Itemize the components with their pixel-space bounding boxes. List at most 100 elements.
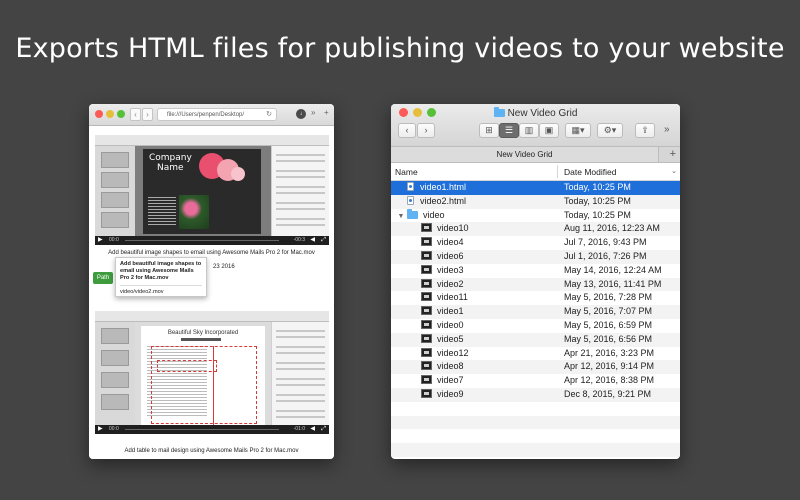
file-date: Dec 8, 2015, 9:21 PM — [564, 388, 652, 399]
file-name: video12 — [421, 347, 469, 361]
video-remaining-time: -00:3 — [293, 237, 305, 243]
doc-subtitle-bar — [181, 338, 221, 341]
downloads-icon[interactable]: ↓ — [296, 109, 306, 119]
file-name: ▼ video — [395, 208, 445, 224]
video-file-icon — [421, 292, 432, 302]
file-date: Apr 12, 2016, 8:38 PM — [564, 375, 655, 386]
video-file-icon — [421, 250, 432, 260]
forward-icon[interactable]: › — [142, 108, 153, 121]
more-icon[interactable]: » — [664, 124, 670, 135]
tab-new-video-grid[interactable]: New Video Grid — [391, 147, 659, 162]
disclosure-triangle-icon[interactable]: ▼ — [395, 210, 407, 224]
file-row[interactable]: video5 May 5, 2016, 6:56 PM — [391, 332, 680, 347]
file-row[interactable]: video11 May 5, 2016, 7:28 PM — [391, 291, 680, 305]
file-name-text: video8 — [437, 361, 464, 372]
file-name: video3 — [421, 264, 464, 278]
fullscreen-icon[interactable]: ⤢ — [321, 426, 326, 433]
minimize-button[interactable] — [106, 110, 114, 118]
sort-chevron-icon: ⌄ — [671, 168, 677, 175]
video-frame-sidebar — [95, 322, 135, 425]
card-title-line1: Company — [149, 153, 192, 163]
file-name: video1 — [421, 305, 464, 319]
forward-icon[interactable]: › — [417, 123, 435, 138]
email-doc-preview: Beautiful Sky Incorporated — [141, 326, 265, 426]
video-player-2[interactable]: Beautiful Sky Incorporated ▶ 00:0 -01:0 … — [95, 311, 329, 434]
flower-photo — [179, 195, 209, 229]
file-row[interactable]: video3 May 14, 2016, 12:24 AM — [391, 264, 680, 278]
cover-flow-icon[interactable]: ▣ — [539, 123, 559, 138]
file-name: video2 — [421, 278, 464, 292]
browser-toolbar: ‹ › file:///Users/penpen/Desktop/ ↻ ↓ » … — [89, 104, 334, 126]
close-button[interactable] — [95, 110, 103, 118]
video-file-icon — [421, 375, 432, 385]
file-row[interactable]: video9 Dec 8, 2015, 9:21 PM — [391, 387, 680, 402]
path-tooltip: Add beautiful image shapes to email usin… — [115, 257, 207, 297]
group-by-icon[interactable]: ▦▾ — [565, 123, 591, 138]
video-file-icon — [421, 306, 432, 316]
back-icon[interactable]: ‹ — [130, 108, 141, 121]
file-row[interactable]: video2 May 13, 2016, 11:41 PM — [391, 277, 680, 292]
video-file-icon — [421, 319, 432, 329]
column-view-icon[interactable]: ▥ — [519, 123, 539, 138]
address-bar-text: file:///Users/penpen/Desktop/ — [167, 112, 245, 118]
new-tab-icon[interactable]: + — [324, 108, 329, 117]
file-name-text: video6 — [437, 250, 464, 261]
file-row[interactable]: video2.html Today, 10:25 PM — [391, 194, 680, 209]
icon-view-icon[interactable]: ⊞ — [479, 123, 499, 138]
file-name: video5 — [421, 333, 464, 347]
video-scrubber[interactable] — [125, 429, 279, 430]
window-title: New Video Grid — [391, 107, 680, 119]
finder-tabbar: New Video Grid + — [391, 146, 680, 163]
file-name-text: video2 — [437, 278, 464, 289]
list-header: Name Date Modified ⌄ — [391, 163, 680, 181]
volume-icon[interactable]: ◀ — [310, 237, 315, 244]
video-frame-sidebar — [95, 146, 135, 236]
file-name-text: video0 — [437, 319, 464, 330]
file-name: video4 — [421, 236, 464, 250]
video-scrubber[interactable] — [125, 240, 279, 241]
share-icon[interactable]: ⇪ — [635, 123, 655, 138]
file-row[interactable]: video6 Jul 1, 2016, 7:26 PM — [391, 249, 680, 264]
path-button[interactable]: Path — [93, 272, 113, 284]
new-tab-icon[interactable]: + — [670, 147, 676, 162]
action-gear-icon[interactable]: ⚙▾ — [597, 123, 623, 138]
column-header-name[interactable]: Name — [395, 167, 418, 177]
file-row[interactable]: video1.html Today, 10:25 PM — [391, 181, 680, 195]
shape-circle — [231, 167, 245, 181]
more-icon[interactable]: » — [311, 108, 315, 117]
zoom-button[interactable] — [117, 110, 125, 118]
file-row[interactable]: video7 Apr 12, 2016, 8:38 PM — [391, 374, 680, 388]
file-row[interactable]: video10 Aug 11, 2016, 12:23 AM — [391, 222, 680, 237]
video-caption-1: Add beautiful image shapes to email usin… — [108, 250, 315, 256]
file-name: video2.html — [407, 195, 466, 209]
address-bar[interactable]: file:///Users/penpen/Desktop/ ↻ — [157, 108, 277, 121]
empty-row — [391, 429, 680, 443]
play-icon[interactable]: ▶ — [98, 237, 103, 244]
video-player-1[interactable]: Company Name ▶ 00:0 -00:3 ◀ ⤢ — [95, 135, 329, 245]
list-view-icon[interactable]: ☰ — [499, 123, 519, 138]
file-date: Jul 7, 2016, 9:43 PM — [564, 237, 647, 248]
file-row[interactable]: video4 Jul 7, 2016, 9:43 PM — [391, 236, 680, 250]
headline: Exports HTML files for publishing videos… — [15, 33, 785, 64]
play-icon[interactable]: ▶ — [98, 426, 103, 433]
video-file-icon — [421, 333, 432, 343]
empty-row — [391, 402, 680, 416]
video-file-icon — [421, 223, 432, 233]
file-row[interactable]: video1 May 5, 2016, 7:07 PM — [391, 305, 680, 319]
fullscreen-icon[interactable]: ⤢ — [321, 237, 326, 244]
reload-icon[interactable]: ↻ — [266, 109, 272, 120]
finder-window: New Video Grid ‹ › ⊞ ☰ ▥ ▣ ▦▾ ⚙▾ ⇪ » New… — [391, 104, 680, 459]
column-header-date[interactable]: Date Modified — [564, 167, 616, 177]
volume-icon[interactable]: ◀ — [310, 426, 315, 433]
file-row[interactable]: video0 May 5, 2016, 6:59 PM — [391, 319, 680, 333]
back-icon[interactable]: ‹ — [398, 123, 416, 138]
file-name-text: video7 — [437, 375, 464, 386]
video-file-icon — [421, 237, 432, 247]
file-row[interactable]: video8 Apr 12, 2016, 9:14 PM — [391, 360, 680, 375]
video-caption-2: Add table to mail design using Awesome M… — [124, 448, 299, 454]
file-name: video7 — [421, 374, 464, 388]
file-date: Apr 21, 2016, 3:23 PM — [564, 347, 655, 358]
tooltip-path: video/video2.mov — [120, 289, 164, 295]
folder-row[interactable]: ▼ video Today, 10:25 PM — [391, 208, 680, 224]
file-row[interactable]: video12 Apr 21, 2016, 3:23 PM — [391, 347, 680, 361]
